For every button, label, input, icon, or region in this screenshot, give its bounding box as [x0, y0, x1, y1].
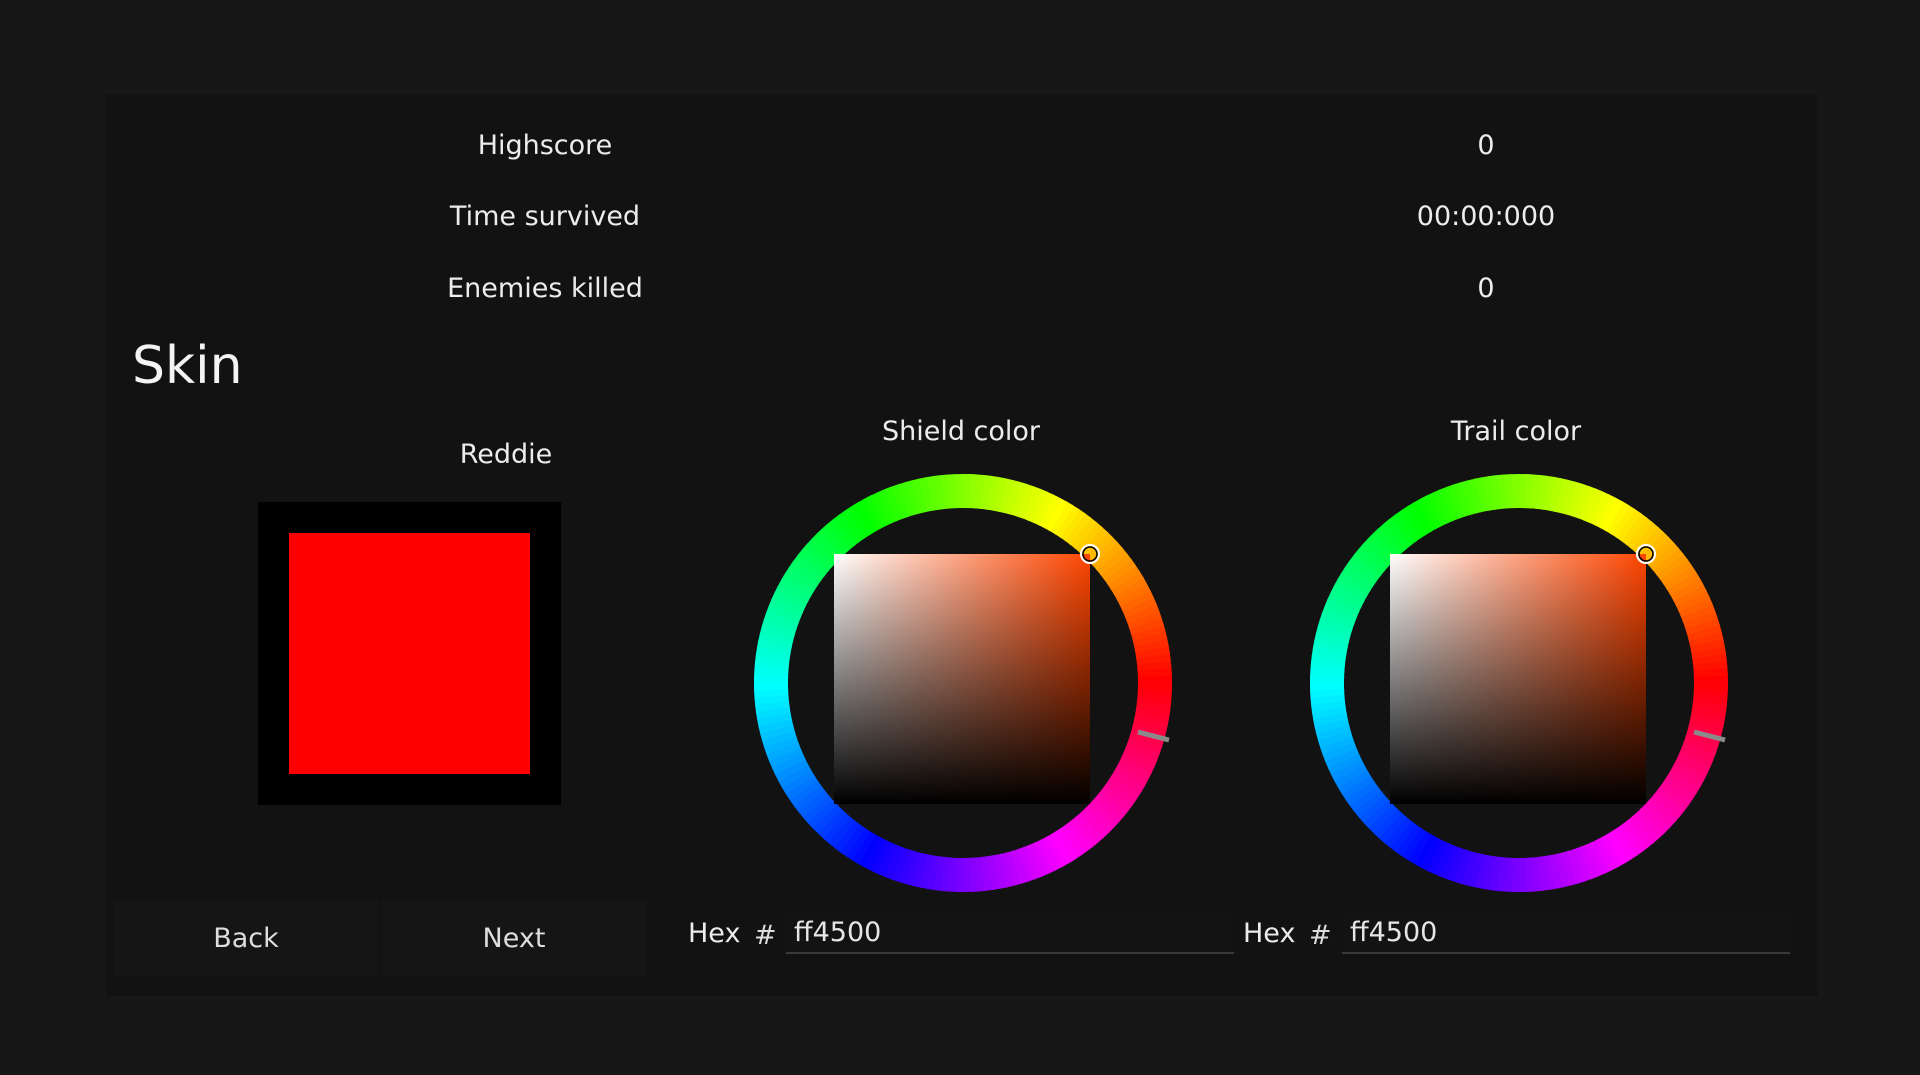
highscore-label: Highscore [477, 130, 613, 161]
shield-hex-hash: # [754, 920, 777, 951]
trail-color-title: Trail color [1450, 416, 1582, 447]
back-button[interactable]: Back [114, 900, 378, 976]
skin-preview-swatch [289, 533, 530, 774]
trail-hex-input[interactable] [1342, 912, 1790, 954]
trail-hex-hash: # [1309, 920, 1332, 951]
enemies-killed-value: 0 [1477, 273, 1495, 304]
skin-preview [258, 502, 561, 805]
trail-color-wheel[interactable] [1302, 466, 1736, 900]
next-button[interactable]: Next [382, 900, 646, 976]
shield-color-wheel[interactable] [746, 466, 1180, 900]
skin-heading: Skin [132, 336, 243, 396]
shield-hex-input[interactable] [786, 912, 1234, 954]
shield-hex-label: Hex [688, 918, 741, 949]
shield-color-title: Shield color [881, 416, 1041, 447]
highscore-value: 0 [1477, 130, 1495, 161]
time-survived-value: 00:00:000 [1416, 201, 1556, 232]
shield-sv-black-overlay [834, 554, 1090, 804]
time-survived-label: Time survived [449, 201, 641, 232]
skin-menu-panel: Highscore 0 Time survived 00:00:000 Enem… [106, 94, 1818, 996]
trail-sv-black-overlay [1390, 554, 1646, 804]
trail-hex-label: Hex [1243, 918, 1296, 949]
skin-name-label: Reddie [459, 439, 553, 470]
enemies-killed-label: Enemies killed [447, 273, 643, 304]
